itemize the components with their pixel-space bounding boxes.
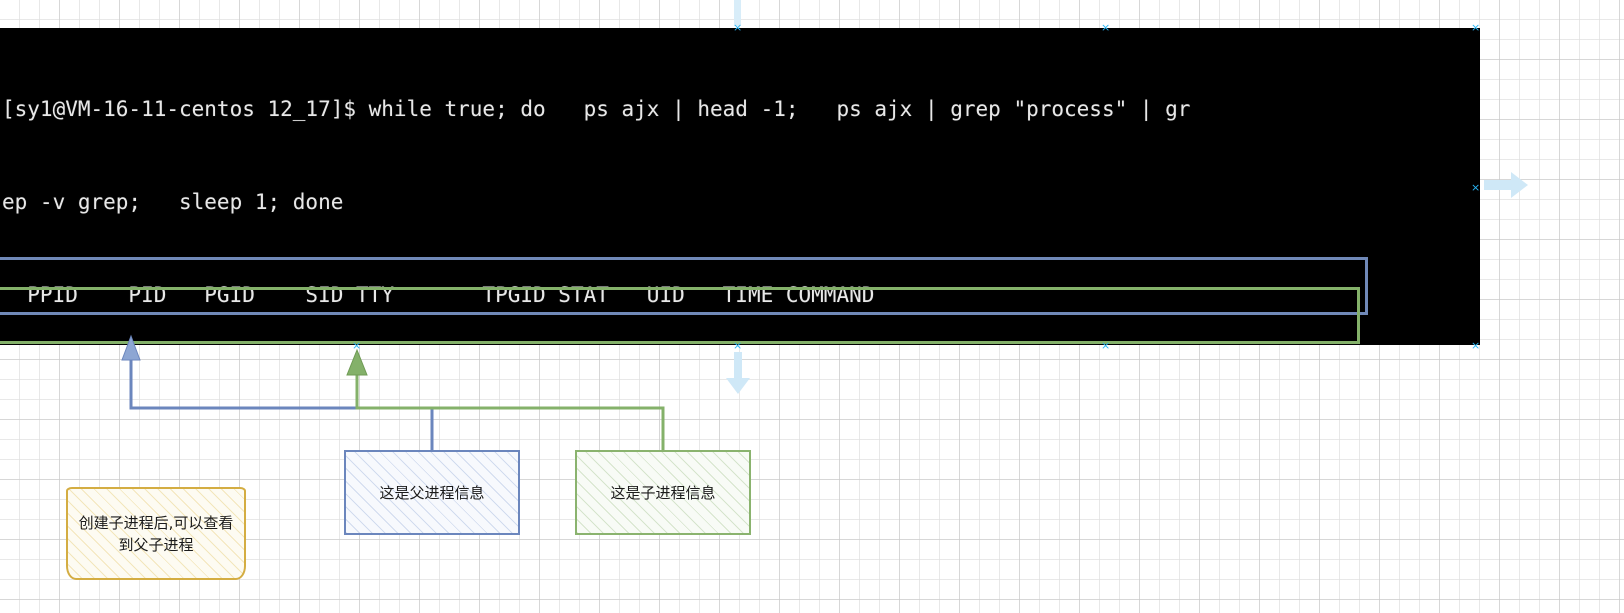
child-connector <box>346 348 665 450</box>
parent-process-note[interactable]: 这是父进程信息 <box>344 450 520 535</box>
parent-connector <box>121 334 434 450</box>
selection-handle[interactable]: × <box>1471 22 1480 33</box>
summary-note-text: 创建子进程后,可以查看到父子进程 <box>78 513 234 554</box>
summary-note[interactable]: 创建子进程后,可以查看到父子进程 <box>66 487 246 580</box>
child-process-note-text: 这是子进程信息 <box>610 483 716 502</box>
pan-right-arrow-icon[interactable] <box>1484 170 1530 200</box>
pan-down-arrow-icon[interactable] <box>724 352 752 396</box>
parent-process-note-text: 这是父进程信息 <box>379 483 485 502</box>
selection-handle[interactable]: × <box>1471 340 1480 351</box>
selection-handle[interactable]: × <box>352 340 361 351</box>
child-process-note[interactable]: 这是子进程信息 <box>575 450 751 535</box>
terminal-line: ep -v grep; sleep 1; done <box>2 190 344 214</box>
terminal-line: [sy1@VM-16-11-centos 12_17]$ while true;… <box>2 97 1191 121</box>
selection-handle[interactable]: × <box>733 340 742 351</box>
selection-handle[interactable]: × <box>733 22 742 33</box>
selection-handle[interactable]: × <box>1101 340 1110 351</box>
selection-handle[interactable]: × <box>1101 22 1110 33</box>
selection-handle[interactable]: × <box>1471 182 1480 193</box>
child-process-highlight-box[interactable] <box>0 287 1360 344</box>
whiteboard-canvas[interactable]: [sy1@VM-16-11-centos 12_17]$ while true;… <box>0 0 1624 613</box>
